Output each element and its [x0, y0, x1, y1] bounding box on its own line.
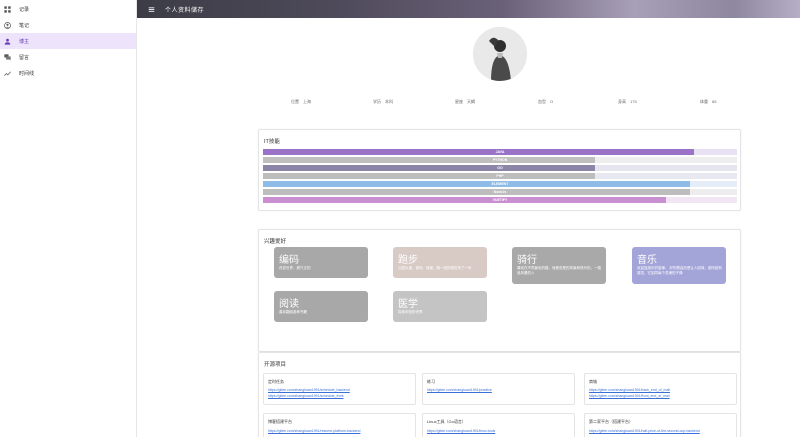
page-title: 个人资料储存: [165, 7, 205, 14]
project-link[interactable]: https://gitee.com/zhangkuan1991/front_en…: [589, 394, 670, 398]
project-item: 定时任务 https://gitee.com/zhangkuan1991/sch…: [263, 373, 416, 405]
sidebar-item-records[interactable]: 记录: [0, 1, 136, 17]
skill-bar-label: VUETIFY: [492, 198, 508, 202]
menu-button[interactable]: [145, 3, 157, 15]
skill-bar-label: PHP: [496, 174, 504, 178]
skill-bar-label: GO: [497, 166, 503, 170]
skills-card: IT技能 JAVA PYTHON GO PHP ELEMENT NodeJs VUETIFY: [258, 129, 741, 211]
project-title: 练习: [427, 379, 435, 384]
grid-icon: [4, 5, 11, 13]
skills-title: IT技能: [264, 139, 280, 145]
hobby-card[interactable]: 阅读 喜欢翻阅各种书籍: [274, 291, 368, 322]
hobby-desc: 喜欢在不同景色的路，而是说是的风景和快乐的，一路追风看的人: [517, 266, 601, 275]
info-zodiac: 星座 天蝎: [455, 99, 475, 104]
sidebar-item-timeline[interactable]: 时间线: [0, 65, 136, 81]
projects-card: 开源项目 定时任务 https://gitee.com/zhangkuan199…: [258, 352, 741, 437]
project-link[interactable]: https://gitee.com/zhangkuan1991/resume-p…: [268, 429, 360, 433]
menu-icon: [148, 6, 154, 12]
hobby-desc: 探索未知的世界: [398, 310, 423, 314]
app-header: 个人资料储存: [137, 0, 800, 18]
info-weight: 体重 65: [700, 99, 717, 104]
skill-bar: PHP: [263, 173, 737, 179]
chat-icon: [4, 53, 11, 61]
sidebar-item-label: 记录: [19, 6, 30, 13]
hobbies-title: 兴趣爱好: [264, 239, 287, 245]
project-link[interactable]: https://gitee.com/zhangkuan1991/back_end…: [589, 388, 670, 392]
project-item: 博客搭建平台 https://gitee.com/zhangkuan1991/r…: [263, 413, 416, 437]
skill-bar-label: ELEMENT: [491, 182, 509, 186]
account-circle-icon: [4, 21, 11, 29]
info-education: 学历 本科: [373, 99, 393, 104]
avatar: [473, 27, 527, 81]
hobby-desc: 改变世界，那只文的: [279, 266, 311, 270]
hobby-desc: 公园大道，操场，绿道，跑一段的感觉来了一年: [398, 266, 472, 270]
project-title: 定时任务: [268, 379, 284, 384]
projects-title: 开源项目: [264, 362, 287, 368]
project-link[interactable]: https://gitee.com/zhangkuan1991/linux-to…: [427, 429, 495, 433]
skill-bar: ELEMENT: [263, 181, 737, 187]
project-title: 商城: [589, 379, 597, 384]
skill-bar: NodeJs: [263, 189, 737, 195]
skill-bar: VUETIFY: [263, 197, 737, 203]
project-item: 练习 https://gitee.com/zhangkuan1991/pract…: [422, 373, 575, 405]
project-title: 博客搭建平台: [268, 419, 292, 424]
sidebar-item-blogger[interactable]: 博主: [0, 33, 136, 49]
hobbies-card: 兴趣爱好 编码 改变世界，那只文的 跑步 公园大道，操场，绿道，跑一段的感觉来了一年…: [258, 229, 741, 352]
hobby-name: 跑步: [398, 255, 418, 266]
project-link[interactable]: https://gitee.com/zhangkuan1991/schedule…: [268, 394, 344, 398]
hobby-name: 编码: [279, 255, 299, 266]
info-height: 身高 175: [618, 99, 637, 104]
skill-bar-label: PYTHON: [492, 158, 508, 162]
project-link[interactable]: https://gitee.com/zhangkuan1991/half-pri…: [589, 429, 700, 433]
skill-bar: PYTHON: [263, 157, 737, 163]
hobby-card[interactable]: 音乐 欢迎摇滚乐的旋律， 好的歌曲总是让人回味，越听越有感觉，它如同每个灵魂的子弹: [632, 247, 726, 284]
skill-bar: GO: [263, 165, 737, 171]
sidebar-item-label: 时间线: [19, 70, 35, 77]
hobby-name: 医学: [398, 299, 418, 310]
hobby-name: 骑行: [517, 255, 537, 266]
project-title: 第二家平台（搭建平台）: [589, 419, 633, 424]
hobby-desc: 欢迎摇滚乐的旋律， 好的歌曲总是让人回味，越听越有感觉，它如同每个灵魂的子弹: [637, 266, 722, 275]
project-title: Linux工具（Go语言）: [427, 419, 466, 424]
sidebar: 记录 笔记 博主 留言 时间线: [0, 0, 137, 437]
project-link[interactable]: https://gitee.com/zhangkuan1991/schedule…: [268, 388, 350, 392]
skill-bar-label: JAVA: [495, 150, 505, 154]
profile-info: 位置 上海 学历 本科 星座 天蝎 血型 O 身高 175 体重 65: [137, 99, 800, 107]
hobby-card[interactable]: 骑行 喜欢在不同景色的路，而是说是的风景和快乐的，一路追风看的人: [512, 247, 606, 284]
skill-bar-label: NodeJs: [493, 190, 507, 194]
project-item: 第二家平台（搭建平台） https://gitee.com/zhangkuan1…: [584, 413, 737, 437]
sidebar-item-messages[interactable]: 留言: [0, 49, 136, 65]
trending-icon: [4, 70, 11, 77]
skill-bar: JAVA: [263, 149, 737, 155]
person-icon: [4, 38, 11, 45]
hobby-card[interactable]: 编码 改变世界，那只文的: [274, 247, 368, 278]
project-item: 商城 https://gitee.com/zhangkuan1991/back_…: [584, 373, 737, 405]
hobby-name: 音乐: [637, 255, 657, 266]
hobby-name: 阅读: [279, 299, 299, 310]
sidebar-item-notes[interactable]: 笔记: [0, 17, 136, 33]
sidebar-item-label: 博主: [19, 38, 30, 45]
sidebar-item-label: 留言: [19, 54, 30, 61]
hobby-card[interactable]: 跑步 公园大道，操场，绿道，跑一段的感觉来了一年: [393, 247, 487, 278]
project-item: Linux工具（Go语言） https://gitee.com/zhangkua…: [422, 413, 575, 437]
info-location: 位置 上海: [291, 99, 311, 104]
hobby-desc: 喜欢翻阅各种书籍: [279, 310, 307, 314]
main-content: 位置 上海 学历 本科 星座 天蝎 血型 O 身高 175 体重 65 IT技能 JAVA P…: [137, 18, 800, 437]
sidebar-item-label: 笔记: [19, 22, 30, 29]
project-link[interactable]: https://gitee.com/zhangkuan1991/practice: [427, 388, 492, 392]
info-blood-type: 血型 O: [538, 99, 554, 104]
hobby-card[interactable]: 医学 探索未知的世界: [393, 291, 487, 322]
